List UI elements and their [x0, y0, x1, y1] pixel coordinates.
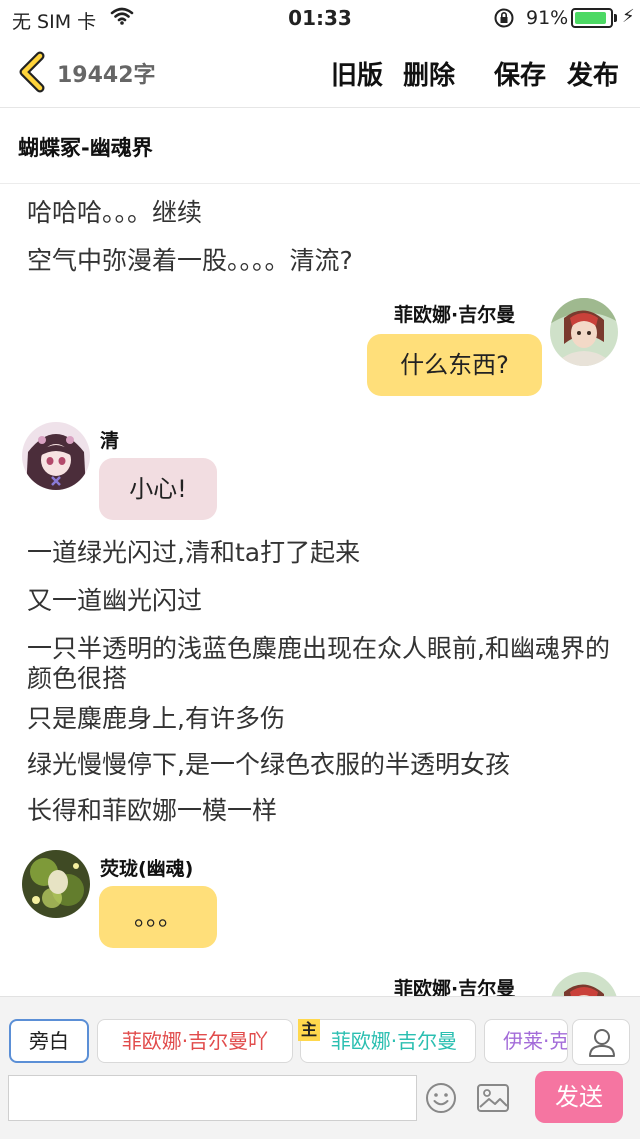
chat-bubble[interactable]: 什么东西? — [367, 334, 542, 396]
delete-button[interactable]: 删除 — [403, 55, 455, 92]
role-tab-eli[interactable]: 伊莱·克 — [484, 1019, 568, 1063]
avatar[interactable] — [550, 972, 618, 996]
word-count: 19442字 — [57, 63, 156, 88]
avatar[interactable] — [22, 422, 90, 490]
battery-icon — [571, 8, 613, 28]
narration-line[interactable]: 哈哈哈。。。继续 — [27, 198, 617, 228]
battery-percent: 91% — [526, 7, 569, 29]
nav-bar: 19442字 旧版 删除 保存 发布 — [0, 36, 640, 108]
speaker-name: 荧珑(幽魂) — [100, 858, 194, 880]
charging-icon: ⚡ — [622, 6, 635, 27]
publish-button[interactable]: 发布 — [567, 55, 619, 92]
chat-bubble[interactable]: 小心! — [99, 458, 217, 520]
image-icon — [477, 1084, 509, 1112]
story-content[interactable]: 哈哈哈。。。继续 空气中弥漫着一股。。。。清流? 菲欧娜·吉尔曼 什么东西? 清… — [0, 184, 640, 996]
narration-line[interactable]: 长得和菲欧娜一模一样 — [27, 796, 617, 826]
add-role-button[interactable] — [572, 1019, 630, 1065]
role-tab-fiona[interactable]: 菲欧娜·吉尔曼 — [300, 1019, 476, 1063]
narration-line[interactable]: 只是麋鹿身上,有许多伤 — [27, 704, 617, 734]
narration-line[interactable]: 一只半透明的浅蓝色麋鹿出现在众人眼前,和幽魂界的颜色很搭 — [27, 634, 617, 694]
back-chevron-icon — [19, 51, 45, 93]
avatar[interactable] — [22, 850, 90, 918]
story-title: 蝴蝶冢-幽魂界 — [18, 136, 153, 160]
speaker-name: 菲欧娜·吉尔曼 — [394, 304, 516, 326]
composer-bar: 旁白 菲欧娜·吉尔曼吖 菲欧娜·吉尔曼 主 伊莱·克 发送 — [0, 996, 640, 1139]
status-bar: 无 SIM 卡 01:33 91% ⚡ — [0, 0, 640, 36]
save-button[interactable]: 保存 — [494, 55, 546, 92]
orientation-lock-icon — [493, 7, 515, 34]
narration-line[interactable]: 又一道幽光闪过 — [27, 586, 617, 616]
main-role-badge: 主 — [298, 1019, 320, 1041]
emoji-button[interactable] — [424, 1081, 458, 1115]
role-tab-narration[interactable]: 旁白 — [9, 1019, 89, 1063]
chat-bubble[interactable]: 。。。 — [99, 886, 217, 948]
narration-line[interactable]: 空气中弥漫着一股。。。。清流? — [27, 246, 617, 276]
image-button[interactable] — [476, 1083, 510, 1113]
old-version-button[interactable]: 旧版 — [331, 55, 383, 92]
speaker-name: 菲欧娜·吉尔曼 — [394, 978, 516, 996]
send-button[interactable]: 发送 — [535, 1071, 623, 1123]
avatar[interactable] — [550, 298, 618, 366]
speaker-name: 清 — [100, 430, 120, 452]
battery-tip — [614, 14, 617, 22]
user-icon — [589, 1029, 615, 1057]
narration-line[interactable]: 一道绿光闪过,清和ta打了起来 — [27, 538, 617, 568]
role-tab-fiona-alt[interactable]: 菲欧娜·吉尔曼吖 — [97, 1019, 293, 1063]
smiley-icon — [426, 1083, 456, 1113]
back-button[interactable] — [12, 50, 52, 94]
narration-line[interactable]: 绿光慢慢停下,是一个绿色衣服的半透明女孩 — [27, 750, 617, 780]
message-input[interactable] — [8, 1075, 417, 1121]
